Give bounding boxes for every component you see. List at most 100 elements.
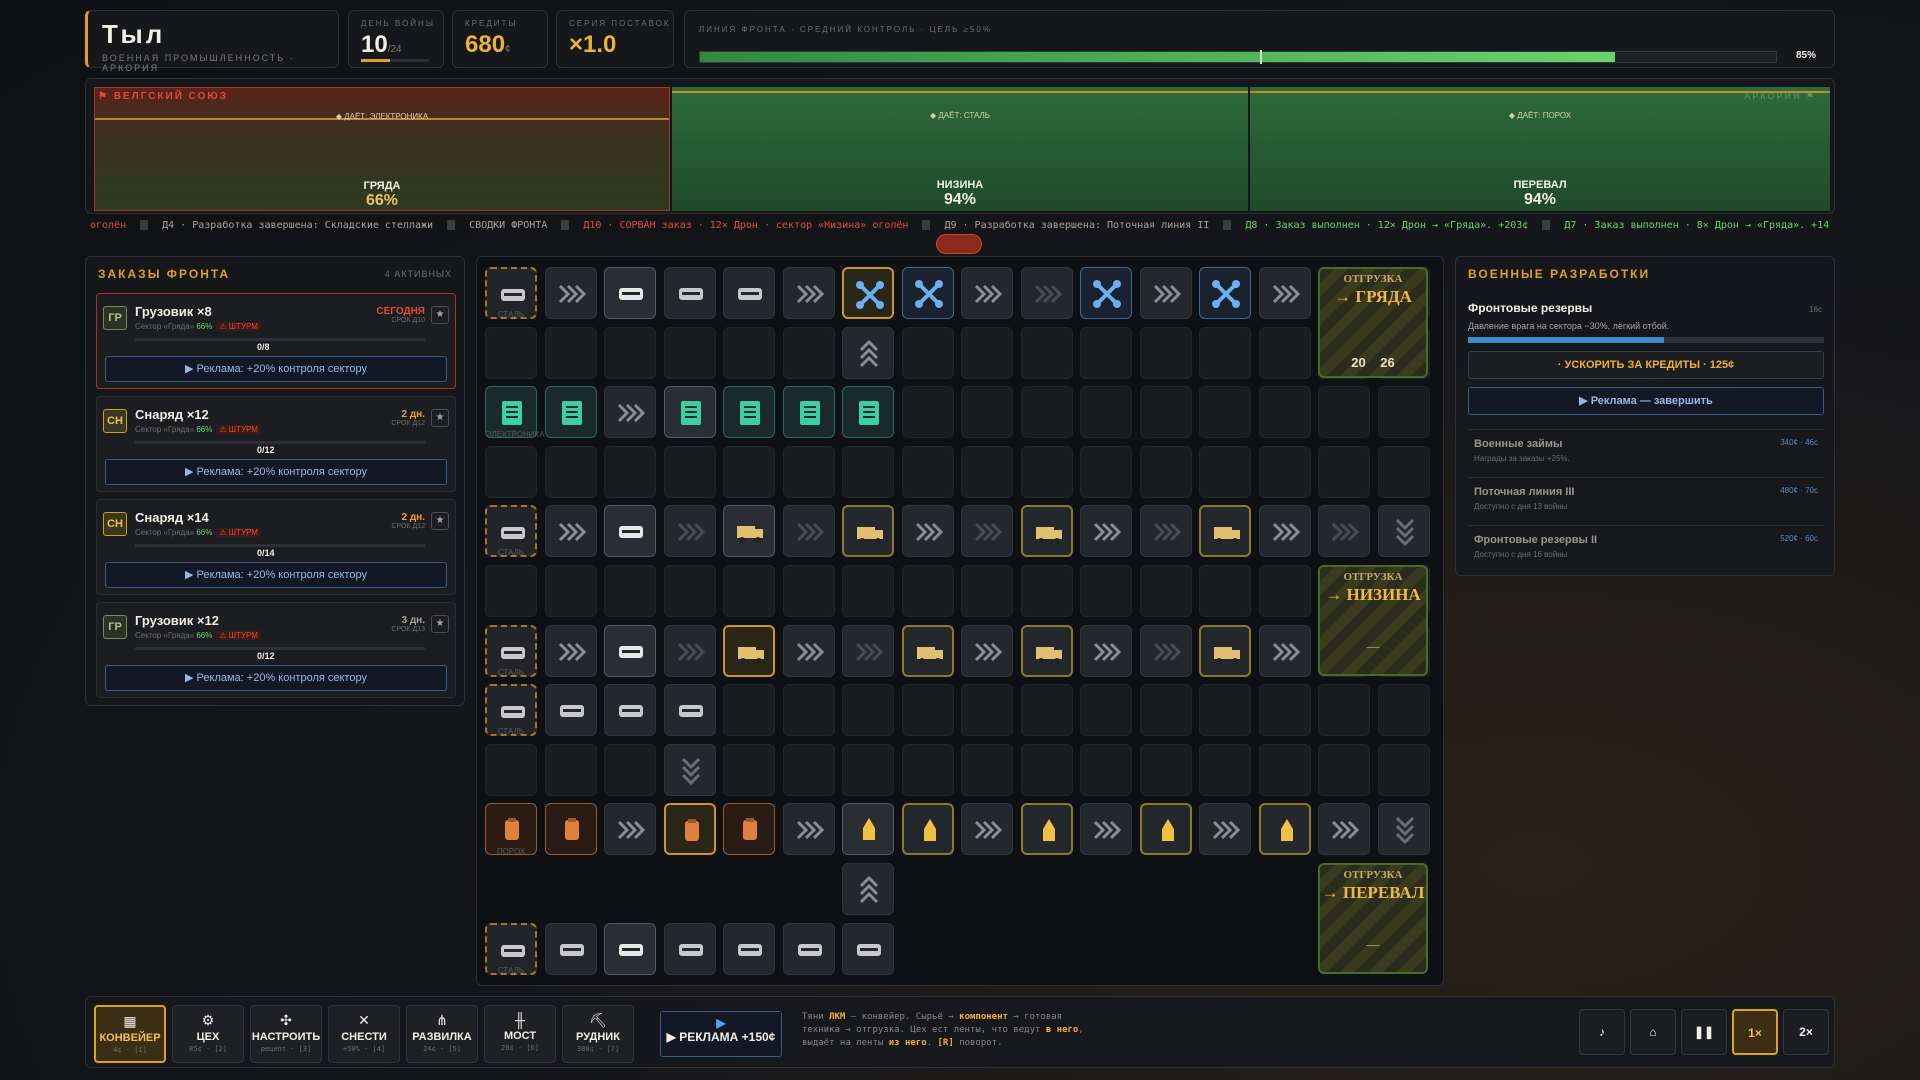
conveyor-cell[interactable] <box>1080 624 1132 677</box>
steel-source-cell[interactable]: СТАЛЬ <box>485 267 537 319</box>
grid-cell[interactable] <box>485 565 537 617</box>
conveyor-cell[interactable] <box>1139 505 1192 558</box>
conveyor-cell[interactable] <box>782 267 835 319</box>
conveyor-cell[interactable] <box>544 267 597 319</box>
truck-item-cell[interactable] <box>901 624 954 677</box>
grid-cell[interactable] <box>901 445 954 498</box>
truck-item-cell[interactable] <box>1020 624 1073 677</box>
conveyor-cell[interactable] <box>1080 803 1132 856</box>
conveyor-item-cell[interactable] <box>723 267 775 319</box>
grid-cell[interactable] <box>782 445 835 498</box>
shipment-zone[interactable]: ОТГРУЗКА → НИЗИНА — <box>1318 565 1428 677</box>
factory-grid[interactable]: СТАЛЬ ЭЛЕКТРОНИКА СТАЛЬ СТАЛЬ СТАЛЬ ПОРОХ СТАЛ… <box>476 256 1444 986</box>
electronics-item-cell[interactable] <box>842 386 894 439</box>
conveyor-cell[interactable] <box>604 386 656 439</box>
workshop-cell[interactable] <box>604 505 656 558</box>
grid-cell[interactable] <box>1080 445 1132 498</box>
grid-cell[interactable] <box>1139 445 1192 498</box>
pause-button[interactable]: ❚❚ <box>1681 1009 1727 1055</box>
sector-lowland[interactable]: ◆ ДАЁТ: СТАЛЬ НИЗИНА 94% <box>672 87 1248 211</box>
order-card[interactable]: СН Снаряд ×14 Сектор «Гряда» 66% ⚠ ШТУРМ … <box>96 499 456 595</box>
steel-source-cell[interactable]: СТАЛЬ <box>485 624 537 677</box>
order-card[interactable]: СН Снаряд ×12 Сектор «Гряда» 66% ⚠ ШТУРМ … <box>96 396 456 492</box>
conveyor-cell[interactable] <box>961 624 1013 677</box>
shell-item-cell[interactable] <box>1139 803 1192 856</box>
sector-ridge[interactable]: ◆ ДАЁТ: ЭЛЕКТРОНИКА ГРЯДА 66% <box>94 87 670 211</box>
order-ad-button[interactable]: ▶ Реклама: +20% контроля сектору <box>105 562 447 588</box>
grid-cell[interactable] <box>544 326 597 379</box>
grid-cell[interactable] <box>1258 684 1311 737</box>
grid-cell[interactable] <box>1377 684 1430 737</box>
order-card[interactable]: ГР Грузовик ×8 Сектор «Гряда» 66% ⚠ ШТУРМ… <box>96 293 456 389</box>
conveyor-cell[interactable] <box>1377 505 1430 558</box>
grid-cell[interactable] <box>1139 565 1192 617</box>
conveyor-cell[interactable] <box>1318 803 1370 856</box>
truck-item-cell[interactable] <box>842 505 894 558</box>
grid-cell[interactable] <box>1258 743 1311 796</box>
conveyor-cell[interactable] <box>961 803 1013 856</box>
grid-cell[interactable] <box>1318 684 1370 737</box>
grid-cell[interactable] <box>1020 445 1073 498</box>
star-icon[interactable]: ★ <box>431 306 449 324</box>
grid-cell[interactable] <box>604 565 656 617</box>
conveyor-cell[interactable] <box>1318 505 1370 558</box>
grid-cell[interactable] <box>544 565 597 617</box>
speed-2x-button[interactable]: 2× <box>1783 1009 1829 1055</box>
grid-cell[interactable] <box>1199 326 1251 379</box>
conveyor-cell[interactable] <box>1020 267 1073 319</box>
grid-cell[interactable] <box>485 445 537 498</box>
grid-cell[interactable] <box>1377 743 1430 796</box>
shell-item-cell[interactable] <box>1020 803 1073 856</box>
tool-button[interactable]: ⋔ РАЗВИЛКА 24¢ · [5] <box>406 1005 478 1063</box>
grid-cell[interactable] <box>1318 445 1370 498</box>
grid-cell[interactable] <box>1080 326 1132 379</box>
grid-cell[interactable] <box>1020 743 1073 796</box>
steel-source-cell[interactable]: СТАЛЬ <box>485 684 537 737</box>
truck-item-cell[interactable] <box>1020 505 1073 558</box>
conveyor-cell[interactable] <box>842 326 894 379</box>
conveyor-cell[interactable] <box>1080 505 1132 558</box>
grid-cell[interactable] <box>485 743 537 796</box>
grid-cell[interactable] <box>1139 743 1192 796</box>
tool-button[interactable]: ▦ КОНВЕЙЕР 4¢ · [1] <box>94 1005 166 1063</box>
grid-cell[interactable] <box>1020 326 1073 379</box>
conveyor-item-cell[interactable] <box>663 267 716 319</box>
shipment-zone[interactable]: ОТГРУЗКА → ПЕРЕВАЛ — <box>1318 863 1428 975</box>
grid-cell[interactable] <box>723 445 775 498</box>
drone-item-cell[interactable] <box>1199 267 1251 319</box>
conveyor-cell[interactable] <box>663 505 716 558</box>
workshop-cell[interactable] <box>842 803 894 856</box>
conveyor-cell[interactable] <box>1258 624 1311 677</box>
electronics-item-cell[interactable] <box>782 386 835 439</box>
research-item[interactable]: Военные займы 340¢ · 46с Награды за зака… <box>1468 429 1824 473</box>
grid-cell[interactable] <box>1020 684 1073 737</box>
grid-cell[interactable] <box>1377 386 1430 439</box>
conveyor-item-cell[interactable] <box>544 684 597 737</box>
grid-cell[interactable] <box>842 743 894 796</box>
grid-cell[interactable] <box>663 565 716 617</box>
tool-button[interactable]: ⚙ ЦЕХ 85¢ · [2] <box>172 1005 244 1063</box>
conveyor-cell[interactable] <box>1139 624 1192 677</box>
conveyor-cell[interactable] <box>782 803 835 856</box>
order-card[interactable]: ГР Грузовик ×12 Сектор «Гряда» 66% ⚠ ШТУР… <box>96 602 456 698</box>
grid-cell[interactable] <box>901 386 954 439</box>
electronics-item-cell[interactable] <box>544 386 597 439</box>
conveyor-cell[interactable] <box>901 505 954 558</box>
grid-cell[interactable] <box>782 565 835 617</box>
conveyor-item-cell[interactable] <box>663 684 716 737</box>
grid-cell[interactable] <box>1080 743 1132 796</box>
research-item[interactable]: Фронтовые резервы II 520¢ · 60с Доступно… <box>1468 525 1824 569</box>
drone-item-cell[interactable] <box>1080 267 1132 319</box>
grid-cell[interactable] <box>544 445 597 498</box>
conveyor-cell[interactable] <box>1199 803 1251 856</box>
grid-cell[interactable] <box>1080 684 1132 737</box>
grid-cell[interactable] <box>1199 565 1251 617</box>
conveyor-cell[interactable] <box>1139 267 1192 319</box>
order-ad-button[interactable]: ▶ Реклама: +20% контроля сектору <box>105 459 447 485</box>
conveyor-cell[interactable] <box>1258 267 1311 319</box>
grid-cell[interactable] <box>901 743 954 796</box>
conveyor-item-cell[interactable] <box>723 922 775 975</box>
speed-1x-button[interactable]: 1× <box>1732 1009 1778 1055</box>
grid-cell[interactable] <box>1318 386 1370 439</box>
grid-cell[interactable] <box>901 684 954 737</box>
